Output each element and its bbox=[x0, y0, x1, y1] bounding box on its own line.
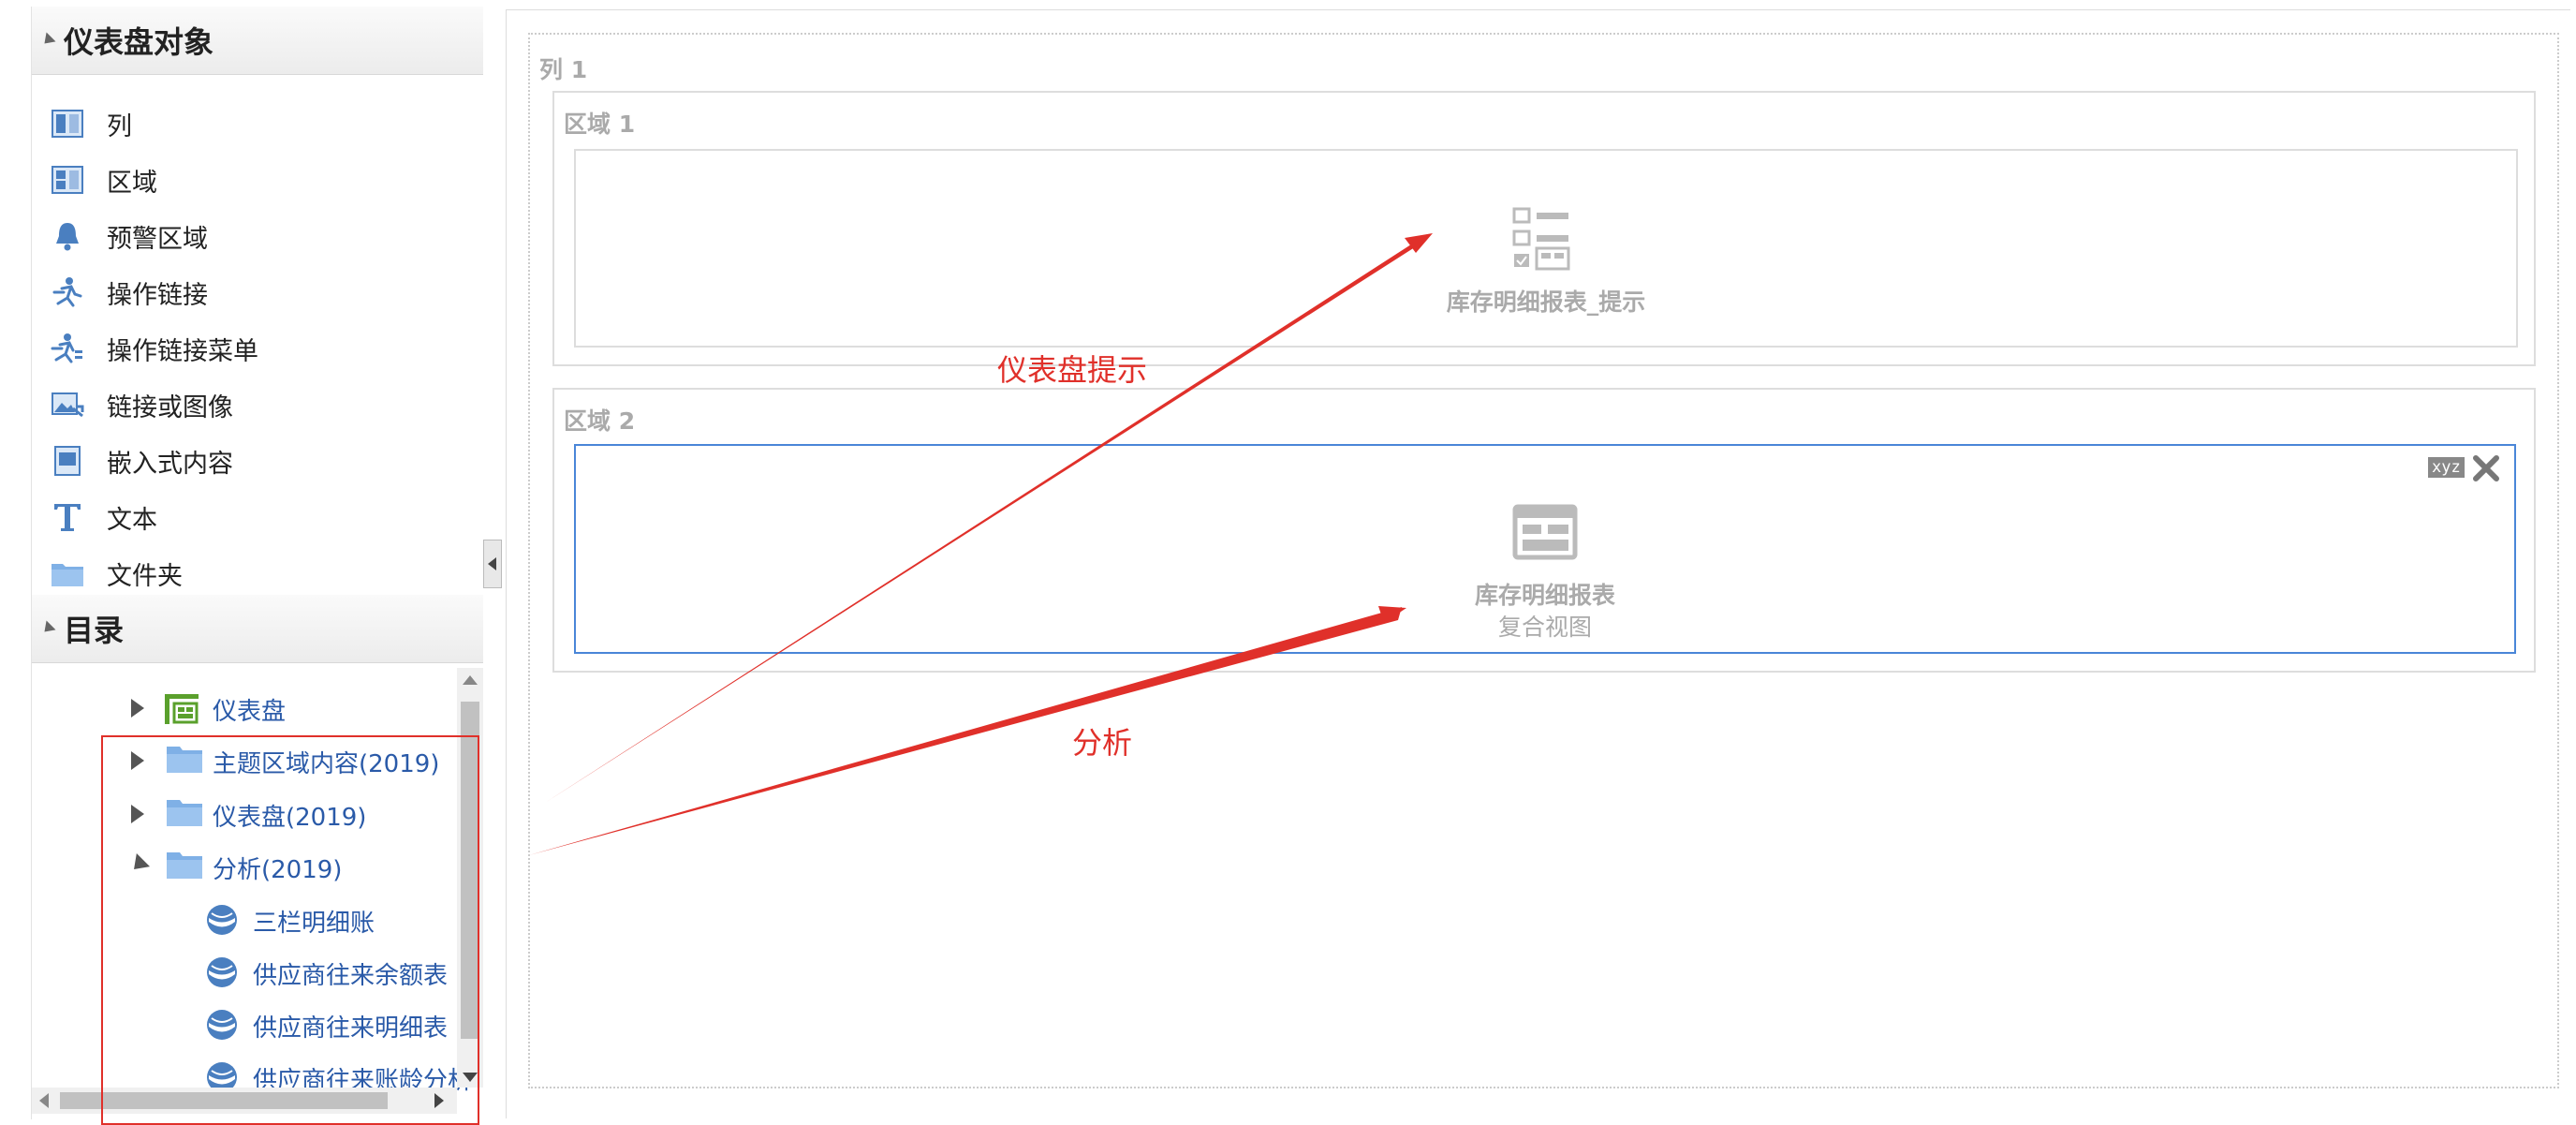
object-item-section[interactable]: 区域 bbox=[32, 156, 481, 203]
column-icon bbox=[52, 110, 83, 138]
compound-view-icon bbox=[1512, 504, 1578, 560]
text-icon bbox=[54, 504, 81, 531]
embedded-content-icon bbox=[54, 446, 81, 476]
column-label: 列 1 bbox=[539, 56, 588, 83]
scroll-up-arrow-icon[interactable] bbox=[463, 675, 478, 685]
view-title: 库存明细报表 bbox=[1474, 582, 1615, 609]
dashboard-objects-title: 仪表盘对象 bbox=[64, 24, 214, 60]
section-icon bbox=[52, 166, 83, 194]
dashboard-icon bbox=[165, 694, 199, 724]
catalog-header[interactable]: 目录 bbox=[32, 595, 483, 663]
action-link-icon bbox=[52, 277, 82, 307]
folder-icon bbox=[52, 564, 83, 586]
object-label: 链接或图像 bbox=[107, 392, 233, 422]
section-2[interactable]: 区域 2 xyz 库存明细报表 复合视图 bbox=[552, 388, 2536, 673]
xyz-badge[interactable]: xyz bbox=[2428, 457, 2465, 478]
object-label: 文件夹 bbox=[107, 561, 183, 591]
section-1[interactable]: 区域 1 库存明细报表_提示 bbox=[552, 91, 2536, 366]
object-label: 嵌入式内容 bbox=[107, 449, 233, 479]
object-label: 列 bbox=[107, 111, 132, 141]
object-item-action-link[interactable]: 操作链接 bbox=[32, 269, 481, 316]
object-item-column[interactable]: 列 bbox=[32, 100, 481, 147]
expand-arrow-icon[interactable] bbox=[131, 699, 144, 718]
object-label: 预警区域 bbox=[107, 224, 208, 254]
tree-item-dashboards[interactable]: 仪表盘 bbox=[32, 685, 457, 732]
link-image-icon bbox=[52, 392, 84, 418]
annotation-label-prompt: 仪表盘提示 bbox=[997, 352, 1148, 388]
tree-item-label: 仪表盘 bbox=[213, 698, 287, 726]
object-label: 文本 bbox=[107, 505, 157, 535]
collapse-triangle-icon[interactable] bbox=[39, 32, 56, 49]
compound-view[interactable]: xyz 库存明细报表 复合视图 bbox=[574, 444, 2516, 654]
object-item-embedded-content[interactable]: 嵌入式内容 bbox=[32, 437, 481, 484]
dashboard-objects-header[interactable]: 仪表盘对象 bbox=[32, 7, 483, 75]
annotation-label-analysis: 分析 bbox=[1072, 725, 1133, 761]
prompt-view[interactable]: 库存明细报表_提示 bbox=[574, 149, 2518, 348]
action-link-menu-icon bbox=[51, 333, 82, 363]
object-label: 操作链接菜单 bbox=[107, 336, 258, 366]
dashboard-column[interactable]: 列 1 区域 1 库存明细报表_提示 区域 2 xyz 库存明细报表 复合视图 bbox=[528, 33, 2559, 1088]
annotation-highlight-box bbox=[101, 735, 479, 1125]
prompt-icon bbox=[1512, 207, 1570, 271]
bell-icon bbox=[56, 223, 79, 251]
catalog-title: 目录 bbox=[64, 613, 125, 648]
collapse-triangle-icon[interactable] bbox=[39, 620, 56, 637]
close-icon[interactable] bbox=[2471, 453, 2501, 483]
object-item-folder[interactable]: 文件夹 bbox=[32, 550, 481, 597]
section-label: 区域 2 bbox=[564, 407, 636, 435]
object-item-action-link-menu[interactable]: 操作链接菜单 bbox=[32, 325, 481, 372]
section-label: 区域 1 bbox=[564, 111, 636, 138]
panel-collapse-handle[interactable] bbox=[483, 540, 502, 588]
object-label: 区域 bbox=[107, 168, 157, 198]
object-item-text[interactable]: 文本 bbox=[32, 494, 481, 540]
object-item-link-image[interactable]: 链接或图像 bbox=[32, 381, 481, 428]
scroll-left-arrow-icon[interactable] bbox=[39, 1093, 49, 1108]
view-subtitle: 复合视图 bbox=[1497, 614, 1592, 641]
dashboard-canvas: 列 1 区域 1 库存明细报表_提示 区域 2 xyz 库存明细报表 复合视图 bbox=[506, 9, 2570, 1118]
view-title: 库存明细报表_提示 bbox=[1446, 289, 1646, 316]
object-label: 操作链接 bbox=[107, 280, 208, 310]
object-item-alert-section[interactable]: 预警区域 bbox=[32, 213, 481, 259]
